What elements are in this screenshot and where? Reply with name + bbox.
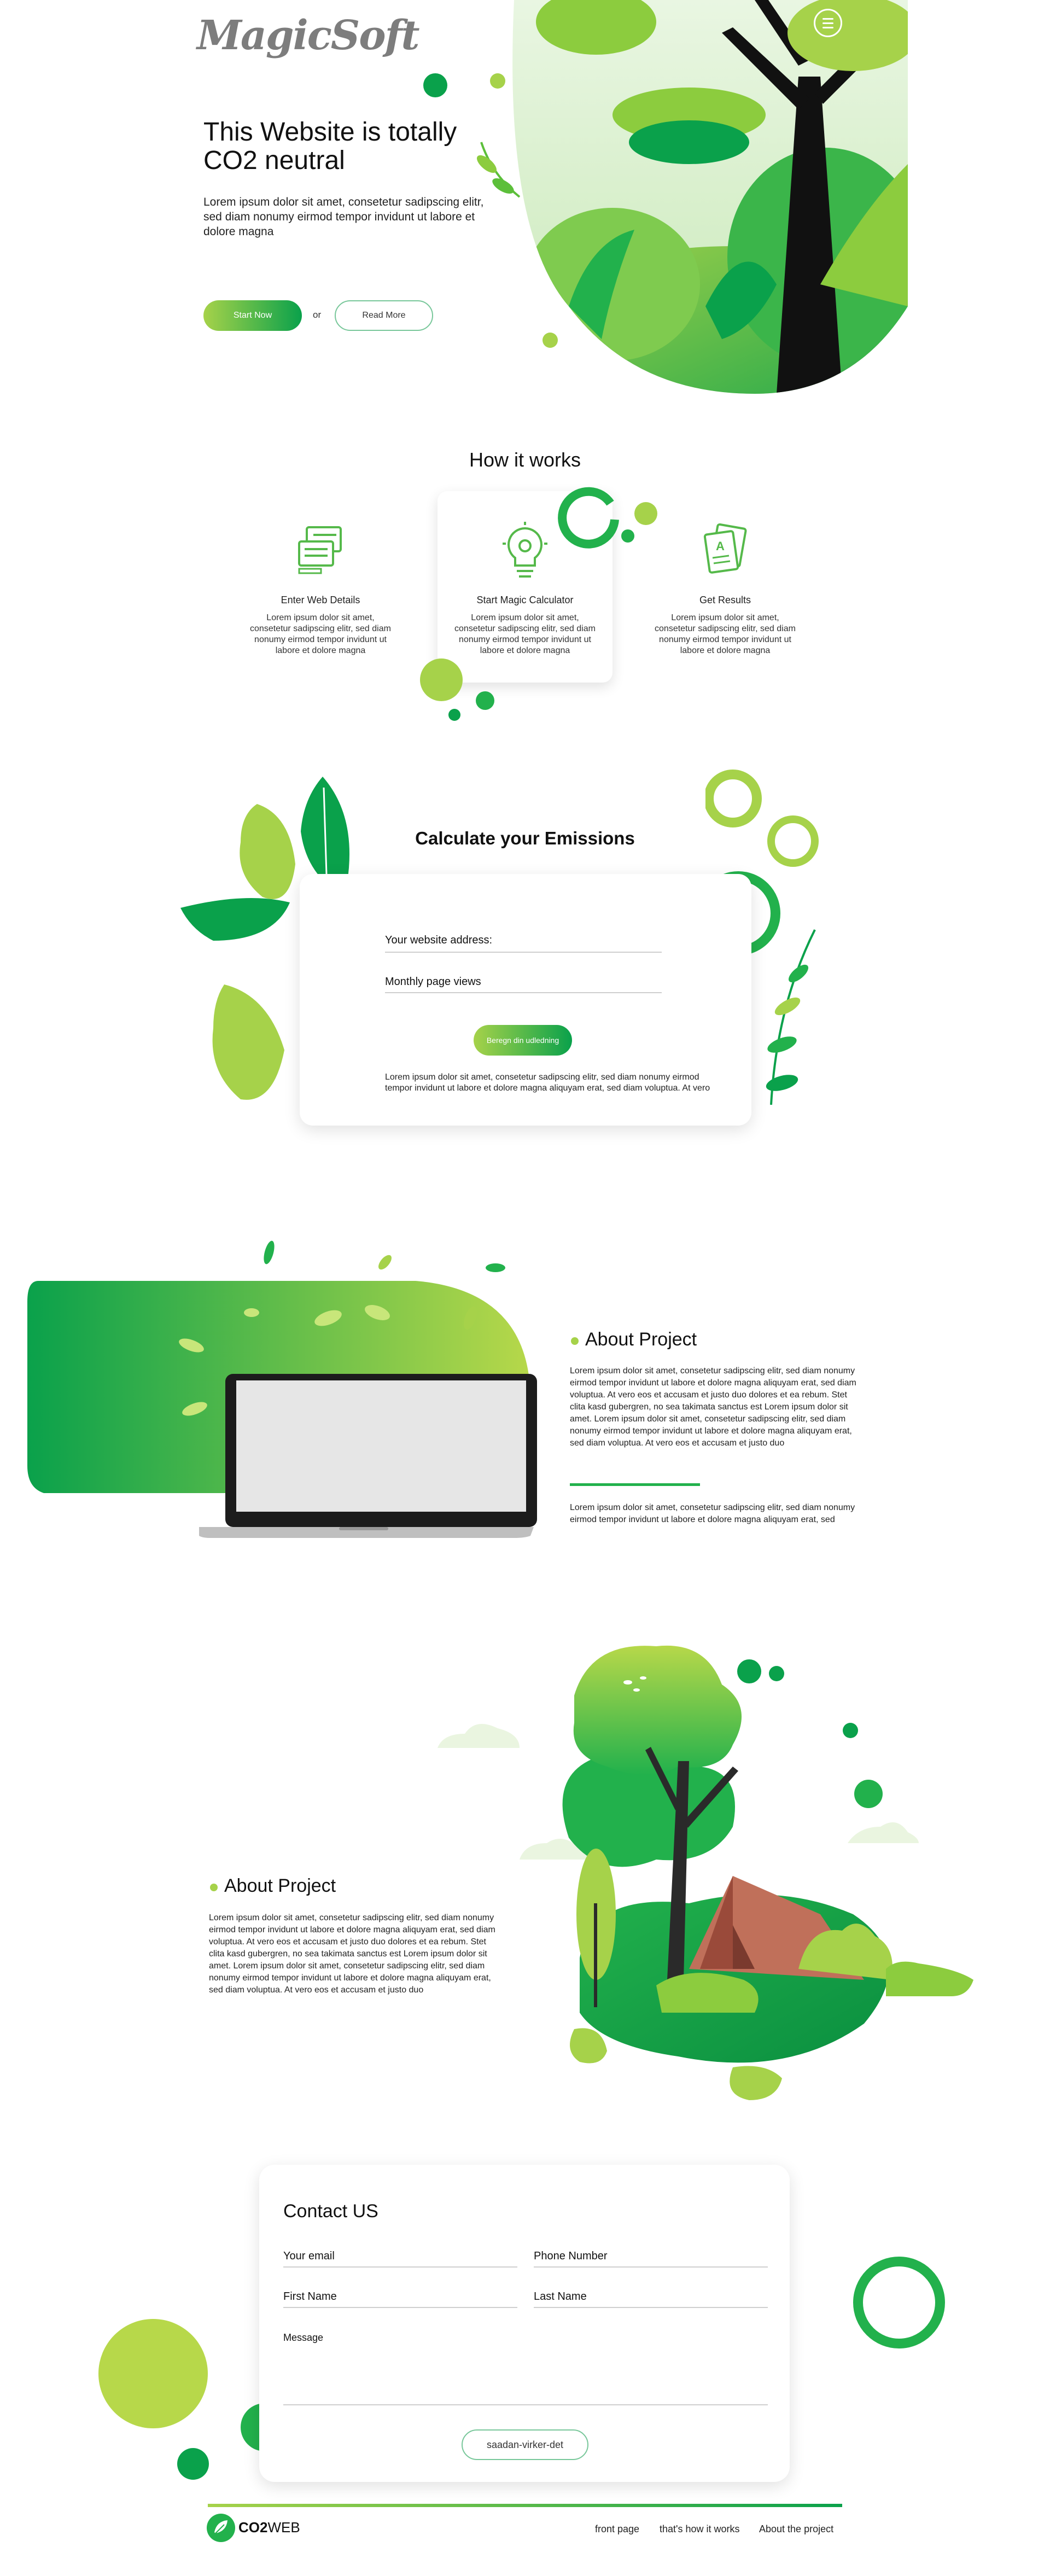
deco-dot: [420, 658, 463, 701]
camping-illustration: [438, 1645, 973, 2100]
hero-dot-small: [542, 333, 558, 348]
grade-document-icon: A: [703, 523, 747, 574]
first-name-field[interactable]: [283, 2307, 517, 2308]
calc-title: Calculate your Emissions: [415, 828, 635, 848]
deco-circle-small: [177, 2448, 209, 2480]
deco-ring-right: [853, 2257, 945, 2348]
page-views-label: Monthly page views: [385, 976, 481, 988]
svg-text:A: A: [716, 539, 725, 553]
email-field[interactable]: [283, 2266, 517, 2268]
last-name-label: Last Name: [534, 2291, 587, 2303]
email-label: Your email: [283, 2250, 335, 2262]
about-dot: [571, 1337, 579, 1345]
website-address-label: Your website address:: [385, 934, 493, 946]
deco-circle-large: [98, 2319, 208, 2428]
read-more-button[interactable]: Read More: [335, 300, 433, 331]
page-views-input[interactable]: [385, 992, 662, 993]
brand-logo[interactable]: MagicSoft: [197, 12, 420, 59]
footer-brand-co2: CO2: [238, 2519, 268, 2536]
website-address-input[interactable]: [385, 952, 662, 953]
hero-dot-light: [490, 73, 505, 89]
about-text: Lorem ipsum dolor sit amet, consetetur s…: [570, 1366, 856, 1448]
step-enter-details: Enter Web Details Lorem ipsum dolor sit …: [233, 522, 408, 656]
deco-dot: [476, 691, 494, 710]
footer-brand[interactable]: CO2WEB: [238, 2519, 300, 2536]
footer-divider: [208, 2504, 842, 2507]
hero-text: Lorem ipsum dolor sit amet, consetetur s…: [203, 196, 484, 238]
about-dot: [210, 1884, 218, 1891]
about-divider: [570, 1483, 700, 1486]
footer-link-about[interactable]: About the project: [759, 2523, 833, 2535]
deco-dot: [448, 709, 460, 721]
message-label: Message: [283, 2332, 324, 2343]
step-label: Get Results: [699, 595, 751, 605]
step-start-calculator: Start Magic Calculator Lorem ipsum dolor…: [438, 522, 612, 656]
how-it-works-title: How it works: [469, 448, 581, 471]
deco-dot: [621, 529, 634, 543]
start-now-button[interactable]: Start Now: [203, 300, 302, 331]
step-get-results: A Get Results Lorem ipsum dolor sit amet…: [638, 522, 813, 656]
hero-jungle-illustration: [476, 0, 908, 394]
footer-brand-web: WEB: [267, 2519, 300, 2536]
message-field[interactable]: [283, 2404, 768, 2405]
step-desc: Lorem ipsum dolor sit amet, consetetur s…: [655, 613, 796, 655]
phone-field[interactable]: [534, 2266, 768, 2268]
hero-title: This Website is totally CO2 neutral: [203, 118, 457, 175]
step-label: Start Magic Calculator: [476, 595, 574, 605]
step-desc: Lorem ipsum dolor sit amet, consetetur s…: [454, 613, 596, 655]
first-name-label: First Name: [283, 2291, 337, 2303]
footer-link-front-page[interactable]: front page: [595, 2523, 639, 2535]
about-title: About Project: [224, 1875, 336, 1896]
laptop-illustration: [27, 1240, 537, 1538]
co2web-logo-icon: [207, 2514, 235, 2542]
hamburger-icon[interactable]: [814, 9, 842, 37]
step-desc: Lorem ipsum dolor sit amet, consetetur s…: [250, 613, 391, 655]
footer-link-how-it-works[interactable]: that's how it works: [660, 2523, 740, 2535]
calc-footnote: Lorem ipsum dolor sit amet, consetetur s…: [385, 1073, 710, 1093]
hero-dot-dark: [423, 73, 447, 97]
about-text-2: Lorem ipsum dolor sit amet, consetetur s…: [570, 1503, 855, 1524]
calculate-button[interactable]: Beregn din udledning: [474, 1025, 572, 1056]
about-title: About Project: [585, 1329, 697, 1350]
or-label: or: [313, 310, 322, 320]
contact-title: Contact US: [283, 2201, 378, 2222]
step-label: Enter Web Details: [281, 595, 360, 605]
last-name-field[interactable]: [534, 2307, 768, 2308]
phone-label: Phone Number: [534, 2250, 608, 2262]
send-button[interactable]: saadan-virker-det: [462, 2429, 588, 2460]
lightbulb-gear-icon: [503, 522, 547, 578]
web-form-icon: [298, 526, 342, 574]
